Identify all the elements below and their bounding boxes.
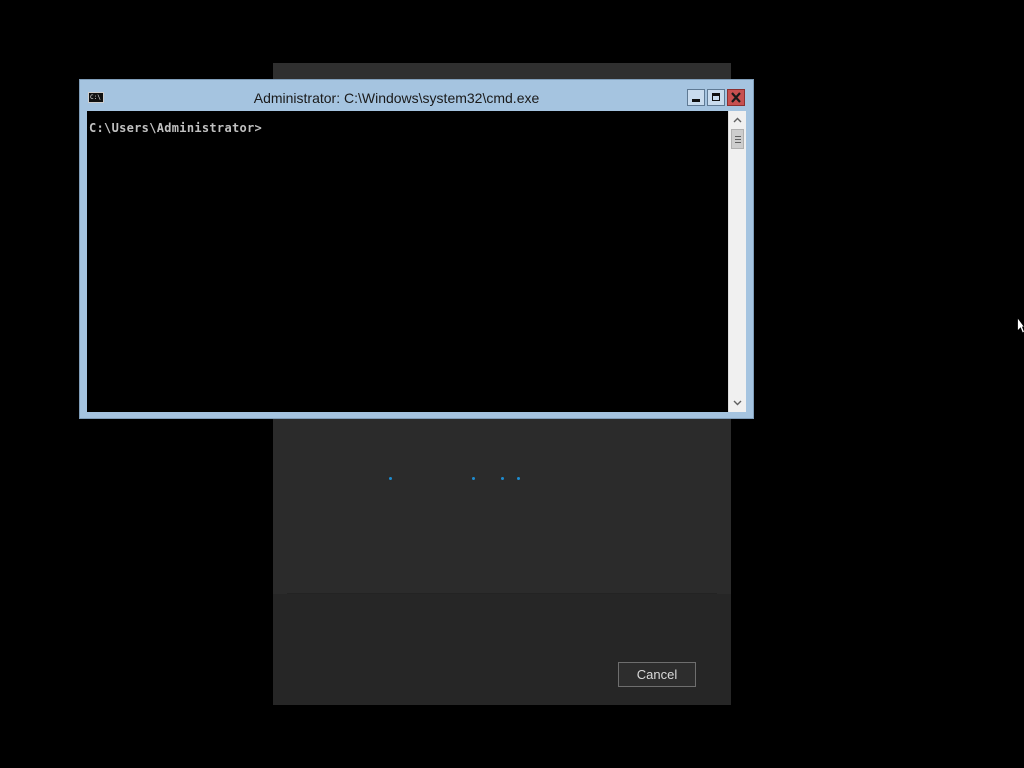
minimize-button[interactable] bbox=[687, 89, 705, 106]
scroll-down-button[interactable] bbox=[729, 395, 746, 412]
console-area[interactable]: C:\Users\Administrator> bbox=[87, 111, 746, 412]
scroll-thumb[interactable] bbox=[731, 129, 744, 149]
minimize-icon bbox=[692, 99, 700, 102]
progress-dot bbox=[389, 477, 392, 480]
scroll-grip bbox=[735, 142, 741, 143]
vertical-scrollbar[interactable] bbox=[728, 111, 746, 412]
chevron-down-icon bbox=[733, 400, 742, 406]
progress-dot bbox=[517, 477, 520, 480]
maximize-button[interactable] bbox=[707, 89, 725, 106]
close-button[interactable] bbox=[727, 89, 745, 106]
progress-dot bbox=[472, 477, 475, 480]
scroll-grip bbox=[735, 136, 741, 137]
command-prompt-line[interactable]: C:\Users\Administrator> bbox=[89, 121, 262, 135]
title-bar[interactable]: C:\ Administrator: C:\Windows\system32\c… bbox=[80, 80, 753, 111]
chevron-up-icon bbox=[733, 117, 742, 123]
cancel-button[interactable]: Cancel bbox=[618, 662, 696, 687]
progress-dot bbox=[501, 477, 504, 480]
window-title: Administrator: C:\Windows\system32\cmd.e… bbox=[253, 90, 540, 106]
close-icon bbox=[731, 92, 741, 103]
scroll-up-button[interactable] bbox=[729, 111, 746, 128]
dialog-footer bbox=[273, 594, 731, 705]
cmd-window[interactable]: C:\ Administrator: C:\Windows\system32\c… bbox=[79, 79, 754, 419]
mouse-cursor-icon bbox=[1017, 317, 1024, 334]
maximize-icon bbox=[712, 93, 720, 101]
desktop: Cancel C:\ Administrator: C:\Windows\sys… bbox=[0, 0, 1024, 768]
scroll-grip bbox=[735, 139, 741, 140]
